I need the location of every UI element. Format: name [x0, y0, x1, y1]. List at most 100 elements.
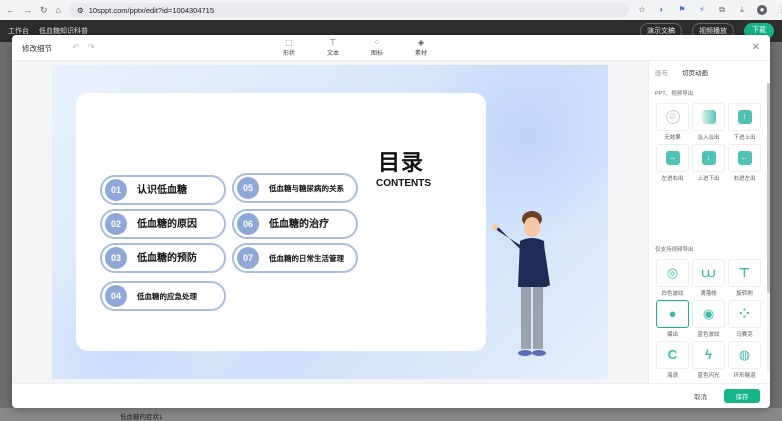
transition-label: 无效果 [664, 135, 681, 141]
flash-icon: ϟ [705, 347, 712, 362]
tool-icon[interactable]: ⁘ 图标 [362, 38, 392, 57]
transition-label: 上进下出 [697, 176, 720, 182]
reload-icon[interactable]: ↻ [40, 5, 48, 15]
material-icon: ◈ [417, 38, 425, 47]
toc-number: 07 [237, 247, 259, 269]
transition-label: 爆出 [666, 332, 678, 338]
toc-item[interactable]: 02 低血糖的原因 [100, 209, 226, 239]
browser-toolbar: ← → ↻ ⌂ ⚙ 10sppt.com/pptx/edit?id=100430… [0, 0, 782, 20]
transition-grid-ppt: ⊘ 无效果 淡入淡出 ↑ 下进上出 → 左进右出 ↓ 上进下出 ← 右进左出 [655, 103, 762, 182]
slide-canvas[interactable]: 目录 CONTENTS 01 认识低血糖 02 低血糖的原因 03 低血糖的预防… [52, 65, 608, 379]
toc-text: 低血糖的原因 [137, 218, 197, 230]
grid-icon: ⁘ [373, 38, 381, 47]
home-icon[interactable]: ⌂ [56, 5, 61, 15]
transition-down[interactable]: ↓ 上进下出 [691, 144, 726, 182]
bolt-icon[interactable]: ⚡ [697, 5, 707, 15]
transition-tunnel[interactable]: ◍ 环形隧道 [727, 341, 762, 379]
modal-header: 修改细节 ↶ ↷ ⬚ 形状 ⊤ 文本 ⁘ 图标 ◈ 素材 ✕ [12, 35, 770, 61]
transition-burst[interactable]: ● 爆出 [655, 300, 690, 338]
tool-material[interactable]: ◈ 素材 [406, 38, 436, 57]
puzzle-icon[interactable]: ⧉ [717, 5, 727, 15]
transition-fade[interactable]: 淡入淡出 [691, 103, 726, 141]
transition-ripple[interactable]: ◎ 白色波纹 [655, 259, 690, 297]
slide-subtitle[interactable]: CONTENTS [376, 178, 431, 189]
transition-drip[interactable]: ⩊ 滴落帐 [691, 259, 726, 297]
tool-shape[interactable]: ⬚ 形状 [274, 38, 304, 57]
burst-icon: ● [668, 306, 677, 321]
toc-item[interactable]: 01 认识低血糖 [100, 175, 226, 205]
transition-blue-ripple[interactable]: ◉ 蓝色波纹 [691, 300, 726, 338]
address-bar[interactable]: ⚙ 10sppt.com/pptx/edit?id=1004304715 [68, 3, 629, 17]
toc-number: 06 [237, 213, 259, 235]
transition-grid-video: ◎ 白色波纹 ⩊ 滴落帐 ⊤ 旋转刷 ● 爆出 ◉ 蓝色波纹 ⁘ 马赛克 C 海… [655, 259, 762, 379]
transition-up[interactable]: ↑ 下进上出 [727, 103, 762, 141]
toc-item[interactable]: 05 低血糖与糖尿病的关系 [232, 173, 358, 203]
tab-canvas[interactable]: 画布 [655, 67, 668, 77]
toc-text: 认识低血糖 [137, 184, 187, 196]
tool-text[interactable]: ⊤ 文本 [318, 38, 348, 57]
tool-label: 形状 [282, 51, 295, 57]
toc-text: 低血糖的预防 [137, 252, 197, 264]
tab-transition[interactable]: 切页动画 [682, 67, 708, 77]
background-page: 低血糖的症状1 [0, 408, 782, 421]
tool-label: 素材 [414, 51, 427, 57]
arrow-right-icon: → [665, 151, 680, 165]
transition-label: 旋转刷 [736, 291, 753, 297]
redo-icon[interactable]: ↷ [88, 42, 96, 53]
modal-title: 修改细节 [22, 44, 52, 53]
tool-label: 图标 [370, 51, 383, 57]
profile-icon[interactable]: ● [756, 5, 767, 15]
toc-text: 低血糖的日常生活管理 [269, 253, 344, 263]
url-text: 10sppt.com/pptx/edit?id=1004304715 [88, 5, 215, 15]
transition-flash[interactable]: ϟ 蓝色闪光 [691, 341, 726, 379]
transition-label: 环形隧道 [733, 373, 756, 379]
transition-right[interactable]: → 左进右出 [655, 144, 690, 182]
transition-label: 蓝色闪光 [697, 373, 720, 379]
toc-item[interactable]: 03 低血糖的预防 [100, 243, 226, 273]
none-icon: ⊘ [665, 110, 680, 124]
transition-none[interactable]: ⊘ 无效果 [655, 103, 690, 141]
extension-icon[interactable]: ◐ [657, 5, 667, 15]
toc-text: 低血糖与糖尿病的关系 [269, 183, 344, 193]
presenter-illustration[interactable] [492, 205, 562, 375]
forward-arrow-icon[interactable]: → [23, 5, 32, 15]
save-button[interactable]: 保存 [724, 389, 760, 403]
text-icon: ⊤ [329, 38, 337, 47]
toc-item[interactable]: 07 低血糖的日常生活管理 [232, 243, 358, 273]
tool-label: 文本 [326, 51, 339, 57]
arrow-up-icon: ↑ [737, 110, 752, 124]
toc-number: 05 [237, 177, 259, 199]
toc-text: 低血糖的应急处理 [137, 291, 197, 301]
shape-icon: ⬚ [285, 38, 293, 47]
transition-label: 海浪 [666, 373, 678, 379]
close-icon[interactable]: ✕ [752, 42, 760, 53]
download-icon[interactable]: ⤓ [737, 5, 747, 15]
wave-icon: C [667, 347, 678, 362]
toc-item[interactable]: 04 低血糖的应急处理 [100, 281, 226, 311]
translate-icon[interactable]: ⚑ [677, 5, 687, 15]
background-text: 低血糖的症状1 [120, 414, 163, 421]
transition-label: 马赛克 [736, 332, 753, 338]
arrow-down-icon: ↓ [701, 151, 716, 165]
transition-left[interactable]: ← 右进左出 [727, 144, 762, 182]
bookmark-star-icon[interactable]: ☆ [637, 5, 647, 15]
slide-title[interactable]: 目录 [378, 145, 424, 177]
back-arrow-icon[interactable]: ← [6, 5, 15, 15]
toolbar: ⬚ 形状 ⊤ 文本 ⁘ 图标 ◈ 素材 [274, 38, 436, 57]
undo-icon[interactable]: ↶ [72, 42, 80, 53]
toc-item[interactable]: 06 低血糖的治疗 [232, 209, 358, 239]
brush-icon: ⊤ [738, 265, 751, 280]
panel-scrollbar[interactable] [767, 83, 770, 373]
transition-brush[interactable]: ⊤ 旋转刷 [727, 259, 762, 297]
transition-label: 蓝色波纹 [697, 332, 720, 338]
menu-icon[interactable]: ⋮ [777, 5, 782, 15]
toc-number: 03 [105, 247, 127, 269]
transition-mosaic[interactable]: ⁘ 马赛克 [727, 300, 762, 338]
site-info-icon[interactable]: ⚙ [77, 6, 84, 15]
cancel-button[interactable]: 取消 [694, 391, 707, 401]
ripple-icon: ◎ [666, 265, 679, 280]
toc-number: 02 [105, 213, 127, 235]
arrow-left-icon: ← [737, 151, 752, 165]
transition-label: 滴落帐 [700, 291, 717, 297]
transition-wave[interactable]: C 海浪 [655, 341, 690, 379]
